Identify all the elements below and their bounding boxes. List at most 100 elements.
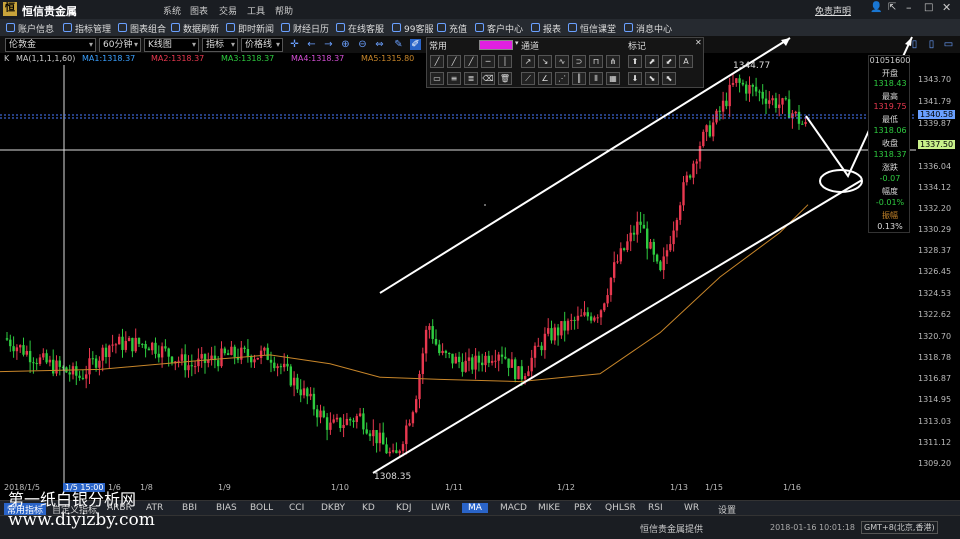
tab-kdj[interactable]: KDJ bbox=[396, 503, 412, 513]
segment-tool-icon[interactable]: ╱ bbox=[464, 55, 478, 68]
tab-bias[interactable]: BIAS bbox=[216, 503, 237, 513]
candle-body bbox=[263, 347, 266, 351]
candle-body bbox=[342, 424, 345, 429]
gann-box-icon[interactable]: ▦ bbox=[606, 72, 620, 85]
candle-body bbox=[58, 360, 61, 367]
target-ellipse[interactable] bbox=[819, 169, 863, 193]
tab-cci[interactable]: CCI bbox=[289, 503, 304, 513]
tab-dkby[interactable]: DKBY bbox=[321, 503, 345, 513]
color-dropdown-icon[interactable]: ▾ bbox=[515, 39, 519, 47]
gann-tool-icon[interactable]: ⋔ bbox=[606, 55, 620, 68]
candle-body bbox=[144, 343, 147, 349]
candle-body bbox=[226, 353, 230, 355]
mark-downleft-icon[interactable]: ⬋ bbox=[662, 55, 676, 68]
cycle-tool-icon[interactable]: ⊓ bbox=[589, 55, 603, 68]
candle-body bbox=[48, 359, 52, 363]
speed-tool-icon[interactable]: ⟋ bbox=[521, 72, 535, 85]
candle-body bbox=[613, 262, 616, 278]
candle-body bbox=[514, 359, 517, 380]
mark-upleft-icon[interactable]: ⬉ bbox=[662, 72, 676, 85]
candle-body bbox=[804, 121, 807, 124]
tab-ma[interactable]: MA bbox=[462, 503, 488, 513]
mark-downright-icon[interactable]: ⬊ bbox=[645, 72, 659, 85]
parallel-tool-icon[interactable]: ≡ bbox=[447, 72, 461, 85]
arc-tool-icon[interactable]: ⊃ bbox=[572, 55, 586, 68]
lower-channel-line[interactable] bbox=[372, 179, 863, 474]
candle-body bbox=[388, 451, 391, 454]
candle-body bbox=[695, 161, 698, 164]
ray-tool-icon[interactable]: ╱ bbox=[447, 55, 461, 68]
candle-body bbox=[533, 345, 537, 358]
fib-tool-icon[interactable]: ≣ bbox=[464, 72, 478, 85]
price-axis-label: 1341.79 bbox=[918, 97, 952, 106]
candle-body bbox=[167, 348, 170, 357]
price-axis-label: 1339.87 bbox=[918, 119, 952, 128]
candle-body bbox=[160, 346, 164, 358]
candle-body bbox=[325, 417, 329, 430]
candle-body bbox=[530, 357, 533, 372]
line-tool-icon[interactable]: ╱ bbox=[430, 55, 444, 68]
tab-boll[interactable]: BOLL bbox=[250, 503, 273, 513]
tab-rsi[interactable]: RSI bbox=[648, 503, 663, 513]
trash-icon[interactable]: 🗑 bbox=[498, 72, 512, 85]
fan-tool-icon[interactable]: ⋰ bbox=[555, 72, 569, 85]
hline-tool-icon[interactable]: ─ bbox=[481, 55, 495, 68]
channel-down-icon[interactable]: ↘ bbox=[538, 55, 552, 68]
tab-kd[interactable]: KD bbox=[362, 503, 375, 513]
tab-pbx[interactable]: PBX bbox=[574, 503, 592, 513]
candle-body bbox=[679, 205, 682, 221]
candle-body bbox=[75, 366, 78, 376]
text-tool-icon[interactable]: A bbox=[679, 55, 693, 68]
price-axis-label: 1320.70 bbox=[918, 332, 952, 341]
angle-tool-icon[interactable]: ∠ bbox=[538, 72, 552, 85]
mark-up-icon[interactable]: ⬆ bbox=[628, 55, 642, 68]
mark-down-icon[interactable]: ⬇ bbox=[628, 72, 642, 85]
info-time: 01051600 bbox=[869, 56, 911, 65]
panel-close-icon[interactable]: ✕ bbox=[695, 38, 702, 47]
candle-body bbox=[411, 412, 415, 424]
candle-body bbox=[444, 350, 448, 354]
candle-body bbox=[154, 342, 157, 354]
price-axis-label: 1336.04 bbox=[918, 162, 952, 171]
candle-body bbox=[283, 363, 286, 368]
candle-body bbox=[537, 345, 540, 347]
tab-macd[interactable]: MACD bbox=[500, 503, 527, 513]
mark-upright-icon[interactable]: ⬈ bbox=[645, 55, 659, 68]
tab-mike[interactable]: MIKE bbox=[538, 503, 560, 513]
candle-body bbox=[560, 321, 563, 336]
candle-body bbox=[665, 250, 669, 257]
candle-body bbox=[692, 163, 695, 178]
vline-tool-icon[interactable]: │ bbox=[498, 55, 512, 68]
candle-body bbox=[474, 355, 477, 370]
candle-body bbox=[164, 346, 167, 349]
candle-body bbox=[751, 84, 754, 87]
wave-tool-icon[interactable]: ∿ bbox=[555, 55, 569, 68]
eraser-icon[interactable]: ⌫ bbox=[481, 72, 495, 85]
candle-body bbox=[639, 221, 642, 225]
candle-body bbox=[616, 261, 619, 263]
candle-body bbox=[553, 327, 556, 341]
candle-body bbox=[68, 372, 71, 375]
candle-body bbox=[250, 356, 253, 363]
candle-body bbox=[632, 232, 636, 235]
candle-body bbox=[223, 348, 226, 354]
candle-body bbox=[685, 175, 688, 183]
bars-tool-icon[interactable]: ║ bbox=[572, 72, 586, 85]
tab-wr[interactable]: WR bbox=[684, 503, 699, 513]
color-swatch[interactable] bbox=[479, 40, 513, 50]
tab-lwr[interactable]: LWR bbox=[431, 503, 450, 513]
candle-body bbox=[603, 303, 606, 311]
drawing-tools-panel: 常用 ▾ 通道 标记 ✕ ╱ ╱ ╱ ─ │ ▭ ≡ ≣ ⌫ 🗑 ↗ ↘ ∿ ⊃… bbox=[426, 37, 704, 88]
tab-bbi[interactable]: BBI bbox=[182, 503, 197, 513]
candle-body bbox=[771, 98, 774, 101]
info-pct: -0.01% bbox=[875, 198, 905, 207]
candle-body bbox=[576, 315, 580, 321]
candle-body bbox=[233, 346, 236, 357]
timezone-select[interactable]: GMT+8(北京,香港) bbox=[861, 521, 938, 534]
candle-body bbox=[124, 340, 127, 350]
tab-qhlsr[interactable]: QHLSR bbox=[605, 503, 636, 513]
info-close: 1318.37 bbox=[873, 150, 907, 159]
channel-up-icon[interactable]: ↗ bbox=[521, 55, 535, 68]
time-tool-icon[interactable]: ⦀ bbox=[589, 72, 603, 85]
rect-tool-icon[interactable]: ▭ bbox=[430, 72, 444, 85]
